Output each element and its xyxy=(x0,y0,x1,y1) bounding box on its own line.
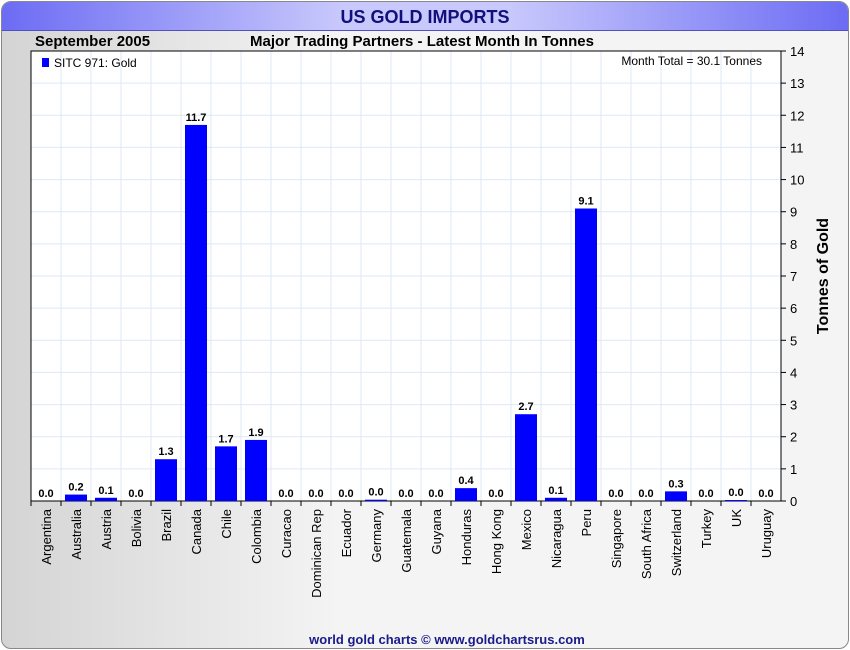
y-tick-label: 8 xyxy=(790,237,797,252)
data-label: 0.0 xyxy=(38,488,53,500)
x-tick-label: Brazil xyxy=(159,509,174,542)
x-tick-label: Argentina xyxy=(39,508,54,564)
data-label: 0.0 xyxy=(728,487,743,499)
x-tick-label: UK xyxy=(729,509,744,527)
x-tick-label: Chile xyxy=(219,509,234,539)
x-tick-label: Guyana xyxy=(429,508,444,554)
x-tick-label: Honduras xyxy=(459,509,474,566)
data-label: 11.7 xyxy=(186,112,207,124)
y-tick-label: 10 xyxy=(790,173,804,188)
data-label: 0.0 xyxy=(278,488,293,500)
data-label: 0.0 xyxy=(368,487,383,499)
month-total-annotation: Month Total = 30.1 Tonnes xyxy=(621,54,762,68)
x-tick-label: Singapore xyxy=(609,509,624,568)
bar-uk xyxy=(725,500,747,501)
x-tick-label: Canada xyxy=(189,508,204,554)
x-tick-label: Curacao xyxy=(279,509,294,558)
data-label: 0.0 xyxy=(398,488,413,500)
y-tick-label: 4 xyxy=(790,365,797,380)
data-label: 0.0 xyxy=(488,488,503,500)
y-tick-label: 7 xyxy=(790,269,797,284)
data-label: 0.0 xyxy=(338,488,353,500)
x-tick-label: Germany xyxy=(369,509,384,563)
bar-austria xyxy=(95,497,117,501)
y-tick-label: 2 xyxy=(790,430,797,445)
data-label: 0.4 xyxy=(458,475,474,487)
bar-canada xyxy=(185,124,207,501)
y-tick-label: 3 xyxy=(790,398,797,413)
data-label: 0.0 xyxy=(638,488,653,500)
y-tick-label: 5 xyxy=(790,333,797,348)
legend-swatch xyxy=(42,58,49,67)
x-tick-label: Turkey xyxy=(699,509,714,549)
bar-peru xyxy=(575,208,597,501)
x-tick-label: Switzerland xyxy=(669,509,684,576)
x-tick-label: Austria xyxy=(99,508,114,549)
x-tick-label: Dominican Rep xyxy=(309,509,324,598)
y-tick-label: 12 xyxy=(790,108,804,123)
x-tick-label: Uruguay xyxy=(759,509,774,559)
x-tick-label: Bolivia xyxy=(129,508,144,547)
bar-mexico xyxy=(515,414,537,501)
bar-chart: 012345678910111213140.0Argentina0.2Austr… xyxy=(30,44,832,598)
y-tick-label: 0 xyxy=(790,494,797,509)
legend-label: SITC 971: Gold xyxy=(54,56,137,70)
data-label: 1.9 xyxy=(248,427,263,439)
y-tick-label: 6 xyxy=(790,301,797,316)
data-label: 0.0 xyxy=(308,488,323,500)
x-tick-label: Hong Kong xyxy=(489,509,504,574)
data-label: 0.0 xyxy=(608,488,623,500)
data-label: 2.7 xyxy=(518,401,533,413)
y-axis-title: Tonnes of Gold xyxy=(815,218,832,334)
x-tick-label: Mexico xyxy=(519,509,534,550)
data-label: 9.1 xyxy=(578,196,593,208)
x-tick-label: Ecuador xyxy=(339,508,354,557)
data-label: 0.3 xyxy=(668,478,683,490)
bar-colombia xyxy=(245,439,267,501)
y-tick-label: 14 xyxy=(790,44,804,59)
bar-australia xyxy=(65,494,87,501)
data-label: 0.0 xyxy=(758,488,773,500)
data-label: 0.1 xyxy=(98,485,113,497)
x-tick-label: Peru xyxy=(579,509,594,536)
y-tick-label: 1 xyxy=(790,462,797,477)
footer-credit: world gold charts © www.goldchartsrus.co… xyxy=(309,632,585,647)
data-label: 0.0 xyxy=(428,488,443,500)
bar-chile xyxy=(215,446,237,501)
chart-frame: US GOLD IMPORTS September 2005 Major Tra… xyxy=(1,1,849,649)
bar-nicaragua xyxy=(545,497,567,501)
bar-switzerland xyxy=(665,491,687,501)
x-tick-label: Nicaragua xyxy=(549,508,564,568)
y-tick-label: 13 xyxy=(790,76,804,91)
bar-germany xyxy=(365,499,387,501)
data-label: 0.0 xyxy=(698,488,713,500)
bar-honduras xyxy=(455,488,477,501)
y-tick-label: 11 xyxy=(790,140,804,155)
x-tick-label: South Africa xyxy=(639,508,654,579)
x-tick-label: Australia xyxy=(69,508,84,559)
x-tick-label: Guatemala xyxy=(399,508,414,572)
data-label: 0.1 xyxy=(548,485,563,497)
y-tick-label: 9 xyxy=(790,205,797,220)
bar-brazil xyxy=(155,459,177,501)
x-tick-label: Colombia xyxy=(249,508,264,564)
data-label: 1.3 xyxy=(158,446,173,458)
data-label: 1.7 xyxy=(218,433,233,445)
data-label: 0.2 xyxy=(68,482,83,494)
data-label: 0.0 xyxy=(128,488,143,500)
